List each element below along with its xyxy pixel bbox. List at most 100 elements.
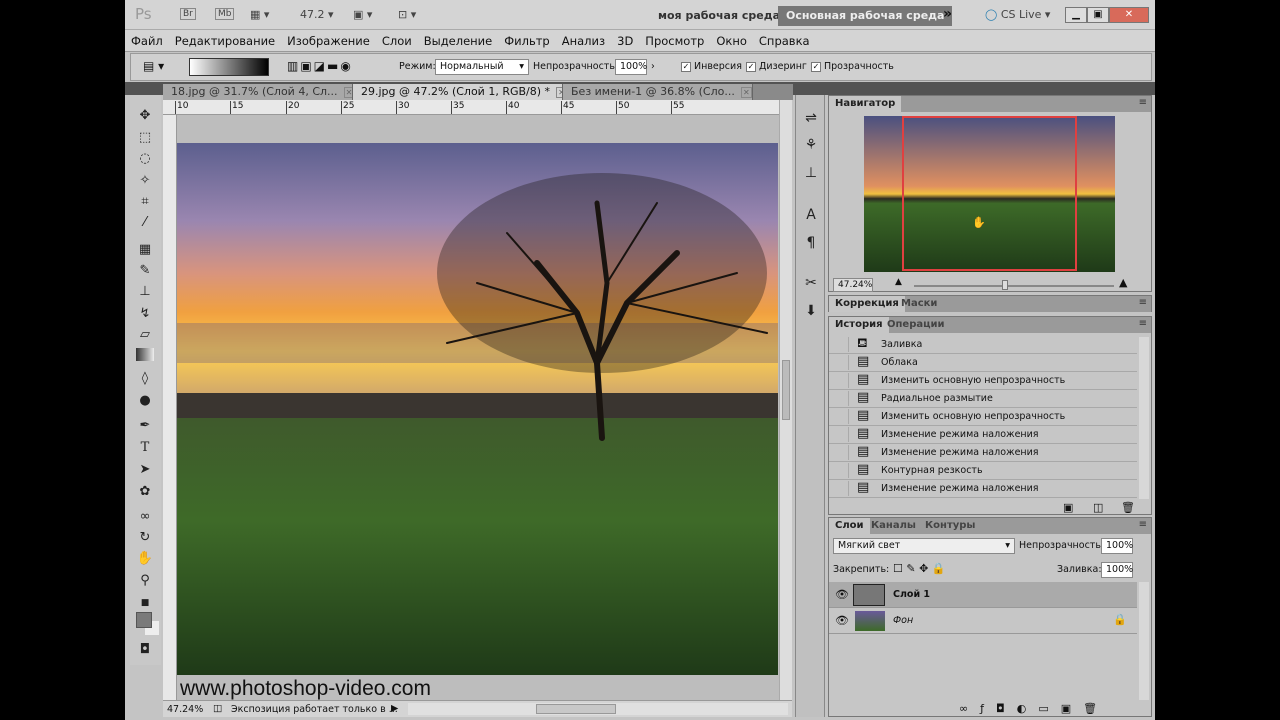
- zoom-out-icon[interactable]: ▲: [895, 277, 902, 287]
- 3d-tools-icon[interactable]: ✂: [802, 275, 820, 293]
- zoom-in-icon[interactable]: ▲: [1119, 276, 1127, 289]
- history-item[interactable]: ▤ Изменение режима наложения: [829, 426, 1137, 444]
- menu-3d[interactable]: 3D: [611, 30, 639, 48]
- dither-checkbox[interactable]: ✓ Дизеринг: [746, 61, 807, 72]
- new-snapshot-icon[interactable]: ◫: [1093, 501, 1103, 514]
- menu-help[interactable]: Справка: [753, 30, 816, 48]
- tool-presets-icon[interactable]: ⇌: [802, 110, 820, 128]
- pen-tool-icon[interactable]: ✒: [136, 417, 154, 435]
- quick-mask-icon[interactable]: ◘: [136, 641, 154, 659]
- zoom-tool-icon[interactable]: ⚲: [136, 572, 154, 590]
- navigator-zoom-slider[interactable]: [914, 280, 1114, 290]
- cs-live-button[interactable]: ◯ CS Live ▾: [985, 8, 1050, 21]
- 3d-orbit-tool-icon[interactable]: ↻: [136, 529, 154, 547]
- stamp-tool-icon[interactable]: ⊥: [136, 283, 154, 301]
- history-item[interactable]: ▤ Контурная резкость: [829, 462, 1137, 480]
- screen-mode-icon[interactable]: ⊡ ▾: [398, 8, 416, 21]
- panel-menu-icon[interactable]: ≡: [1139, 318, 1147, 329]
- bridge-button[interactable]: Br: [180, 8, 196, 20]
- tab-18-jpg[interactable]: 18.jpg @ 31.7% (Слой 4, Сл... ✕: [163, 84, 353, 100]
- tab-untitled-1[interactable]: Без имени-1 @ 36.8% (Сло... ✕: [563, 84, 753, 100]
- layer-row-layer1[interactable]: 👁 Слой 1: [829, 582, 1137, 608]
- history-item[interactable]: ⛾ Заливка: [829, 336, 1137, 354]
- paragraph-icon[interactable]: ¶: [802, 235, 820, 253]
- status-menu-arrow[interactable]: ▶: [391, 703, 398, 714]
- workspace-essentials[interactable]: Основная рабочая среда: [778, 6, 953, 26]
- foreground-color-swatch[interactable]: [136, 612, 152, 628]
- workspace-custom[interactable]: моя рабочая среда: [650, 6, 788, 26]
- 3d-rotate-tool-icon[interactable]: ∞: [136, 508, 154, 526]
- shape-tool-icon[interactable]: ✿: [136, 483, 154, 501]
- brushes-icon[interactable]: ⚘: [802, 137, 820, 155]
- history-item[interactable]: ▤ Радиальное размытие: [829, 390, 1137, 408]
- navigator-view-box[interactable]: [902, 116, 1077, 271]
- crop-tool-icon[interactable]: ⌗: [136, 193, 154, 211]
- opacity-input[interactable]: 100%: [615, 59, 647, 75]
- layers-footer-buttons[interactable]: ∞ƒ◘◐▭▣🗑: [959, 702, 1109, 715]
- brush-tool-icon[interactable]: ✎: [136, 262, 154, 280]
- horizontal-scrollbar[interactable]: [408, 703, 788, 715]
- tab-channels[interactable]: Каналы: [865, 518, 922, 534]
- marquee-tool-icon[interactable]: ⬚: [136, 129, 154, 147]
- image-canvas[interactable]: [177, 143, 778, 675]
- layer-name[interactable]: Слой 1: [893, 589, 930, 600]
- tab-layers[interactable]: Слои: [829, 518, 870, 534]
- history-item[interactable]: ▤ Изменить основную непрозрачность: [829, 372, 1137, 390]
- status-zoom[interactable]: 47.24%: [167, 704, 203, 715]
- close-button[interactable]: ✕: [1109, 7, 1149, 23]
- menu-window[interactable]: Окно: [710, 30, 753, 48]
- layers-scrollbar[interactable]: [1139, 582, 1149, 700]
- menu-image[interactable]: Изображение: [281, 30, 376, 48]
- tool-preset-picker[interactable]: ▤ ▾: [143, 59, 164, 73]
- close-tab-icon[interactable]: ✕: [343, 87, 352, 98]
- path-selection-tool-icon[interactable]: ➤: [136, 461, 154, 479]
- trash-icon[interactable]: 🗑: [1121, 501, 1135, 514]
- default-colors-icon[interactable]: ■ ⇆: [136, 594, 154, 626]
- tab-paths[interactable]: Контуры: [919, 518, 981, 534]
- mode-dropdown[interactable]: Нормальный ▾: [435, 59, 529, 75]
- gradient-picker[interactable]: [189, 58, 269, 76]
- history-item[interactable]: ▤ Облака: [829, 354, 1137, 372]
- gradient-tool-icon[interactable]: [136, 348, 154, 361]
- history-scrollbar[interactable]: [1139, 337, 1149, 499]
- tab-29-jpg[interactable]: 29.jpg @ 47.2% (Слой 1, RGB/8) * ✕: [353, 84, 563, 100]
- tab-actions[interactable]: Операции: [881, 317, 951, 333]
- hand-tool-icon[interactable]: ✋: [136, 550, 154, 568]
- move-tool-icon[interactable]: ✥: [136, 107, 154, 125]
- menu-view[interactable]: Просмотр: [639, 30, 710, 48]
- blend-mode-dropdown[interactable]: Мягкий свет ▾: [833, 538, 1015, 554]
- lasso-tool-icon[interactable]: ◌: [136, 150, 154, 168]
- type-tool-icon[interactable]: T: [136, 439, 154, 457]
- dodge-tool-icon[interactable]: ●: [136, 392, 154, 410]
- gradient-type-buttons[interactable]: ▥▣◪▬◉: [287, 59, 353, 73]
- history-item[interactable]: ▤ Изменение режима наложения: [829, 444, 1137, 462]
- eraser-tool-icon[interactable]: ▱: [136, 326, 154, 344]
- healing-brush-tool-icon[interactable]: ▦: [136, 241, 154, 259]
- menu-layer[interactable]: Слои: [376, 30, 418, 48]
- panel-menu-icon[interactable]: ≡: [1139, 97, 1147, 108]
- tab-masks[interactable]: Маски: [895, 296, 943, 312]
- navigator-zoom-input[interactable]: 47.24%: [833, 278, 873, 292]
- character-icon[interactable]: A: [802, 207, 820, 225]
- inverse-checkbox[interactable]: ✓ Инверсия: [681, 61, 742, 72]
- opacity-slider-button[interactable]: ›: [651, 61, 655, 72]
- magic-wand-tool-icon[interactable]: ✧: [136, 172, 154, 190]
- minimize-button[interactable]: ▁: [1065, 7, 1087, 23]
- tab-navigator[interactable]: Навигатор: [829, 96, 902, 112]
- zoom-level-dropdown[interactable]: 47.2 ▾: [300, 8, 334, 21]
- navigator-preview[interactable]: ✋: [864, 116, 1115, 272]
- history-item[interactable]: ▤ Изменение режима наложения: [829, 480, 1137, 498]
- more-workspaces-button[interactable]: »: [935, 3, 960, 23]
- fill-input[interactable]: 100%: [1101, 562, 1133, 578]
- menu-edit[interactable]: Редактирование: [169, 30, 281, 48]
- panel-menu-icon[interactable]: ≡: [1139, 297, 1147, 308]
- layer-name[interactable]: Фон: [893, 615, 913, 626]
- new-document-from-state-icon[interactable]: ▣: [1063, 501, 1073, 514]
- adjustments-icon[interactable]: ⬇: [802, 303, 820, 321]
- blur-tool-icon[interactable]: ◊: [136, 370, 154, 388]
- visibility-eye-icon[interactable]: 👁: [835, 614, 849, 627]
- tab-history[interactable]: История: [829, 317, 889, 333]
- mini-bridge-button[interactable]: Mb: [215, 8, 235, 20]
- clone-source-icon[interactable]: ⊥: [802, 165, 820, 183]
- history-brush-tool-icon[interactable]: ↯: [136, 305, 154, 323]
